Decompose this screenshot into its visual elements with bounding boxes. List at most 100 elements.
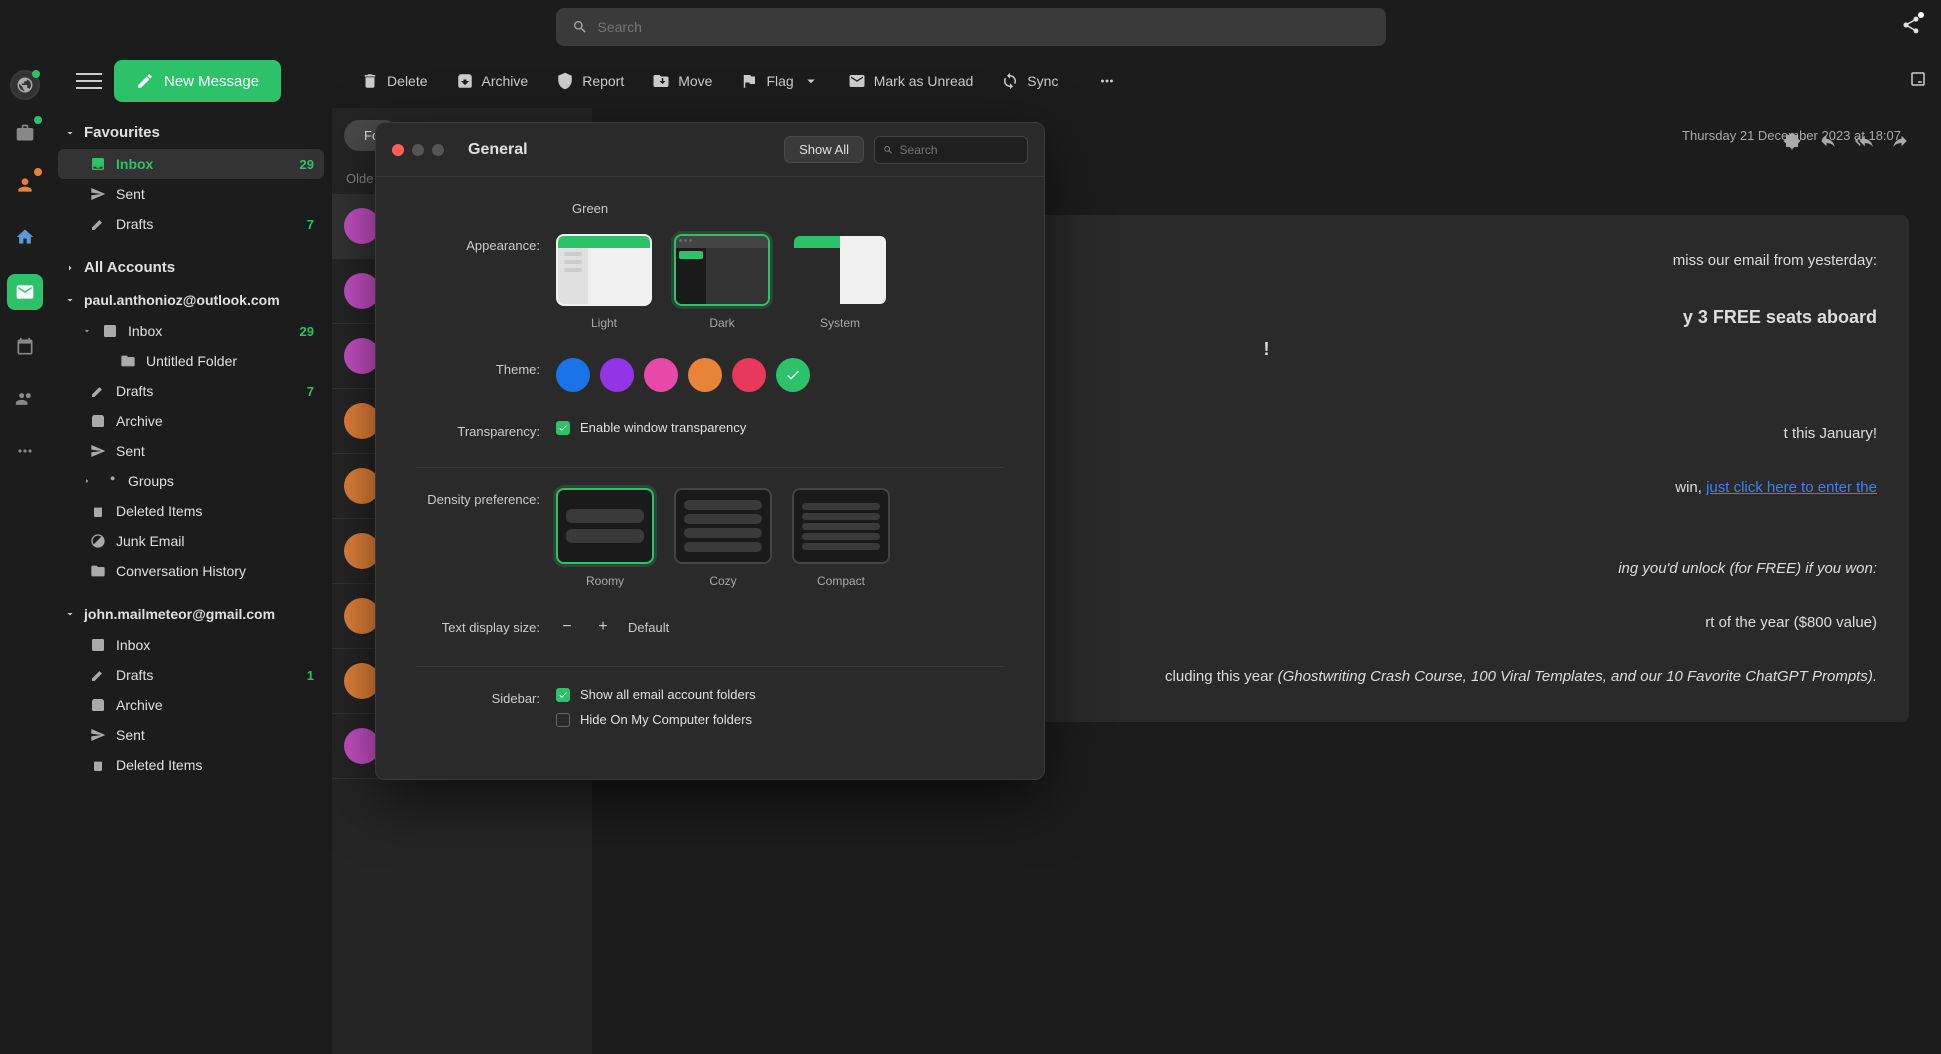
rail-people[interactable] — [10, 384, 40, 414]
folder-deleted[interactable]: Deleted Items — [58, 496, 324, 526]
increase-size-button[interactable]: + — [592, 616, 614, 638]
folder-archive2[interactable]: Archive — [58, 690, 324, 720]
folder-drafts[interactable]: Drafts 7 — [58, 376, 324, 406]
sent-icon — [90, 186, 106, 202]
inbox-icon — [102, 323, 118, 339]
enter-link[interactable]: just click here to enter the — [1706, 479, 1877, 496]
archive-icon — [456, 72, 474, 90]
chevron-right-icon — [64, 262, 76, 274]
search-icon — [572, 19, 588, 35]
flag-button[interactable]: Flag — [740, 72, 819, 90]
modal-search[interactable] — [874, 136, 1028, 164]
folder-inbox-fav[interactable]: Inbox 29 — [58, 149, 324, 179]
folder-drafts2[interactable]: Drafts 1 — [58, 660, 324, 690]
hamburger-menu[interactable] — [76, 68, 102, 94]
chevron-right-icon — [82, 473, 92, 489]
shield-icon — [556, 72, 574, 90]
folder-sent-fav[interactable]: Sent — [58, 179, 324, 209]
notification-badge — [1918, 12, 1924, 18]
transparency-label: Transparency: — [416, 420, 556, 439]
theme-color-swatch[interactable] — [556, 358, 590, 392]
drafts-icon — [90, 667, 106, 683]
settings-modal: General Show All Green Appearance: Light — [375, 122, 1045, 780]
global-search[interactable] — [556, 8, 1386, 46]
topbar — [0, 0, 1941, 54]
decrease-size-button[interactable]: − — [556, 616, 578, 638]
rail-person[interactable] — [10, 170, 40, 200]
inbox-icon — [90, 637, 106, 653]
theme-color-swatch[interactable] — [732, 358, 766, 392]
theme-color-swatch[interactable] — [600, 358, 634, 392]
share-button[interactable] — [1901, 15, 1921, 40]
maximize-window-button[interactable] — [432, 144, 444, 156]
mark-unread-button[interactable]: Mark as Unread — [848, 72, 974, 90]
favourites-section[interactable]: Favourites — [58, 116, 324, 149]
chevron-down-icon — [802, 72, 820, 90]
drafts-icon — [90, 216, 106, 232]
density-compact[interactable]: Compact — [792, 488, 890, 588]
folder-sidebar: Favourites Inbox 29 Sent Drafts 7 — [50, 108, 332, 1054]
flag-icon — [740, 72, 758, 90]
appearance-system[interactable]: System — [792, 234, 888, 330]
rail-more[interactable] — [10, 436, 40, 466]
sync-button[interactable]: Sync — [1001, 72, 1058, 90]
rail-home[interactable] — [10, 222, 40, 252]
folder-drafts-fav[interactable]: Drafts 7 — [58, 209, 324, 239]
density-label: Density preference: — [416, 488, 556, 507]
modal-title: General — [468, 141, 528, 159]
minimize-window-button[interactable] — [412, 144, 424, 156]
theme-color-swatch[interactable] — [688, 358, 722, 392]
email-date: Thursday 21 December 2023 at 18:07 — [1682, 128, 1901, 143]
globe-icon[interactable] — [10, 70, 40, 100]
panel-toggle[interactable] — [1909, 70, 1927, 93]
folder-sent[interactable]: Sent — [58, 436, 324, 466]
delete-button[interactable]: Delete — [361, 72, 427, 90]
new-message-label: New Message — [164, 73, 259, 90]
chevron-down-icon — [64, 127, 76, 139]
density-roomy[interactable]: Roomy — [556, 488, 654, 588]
theme-color-swatch[interactable] — [644, 358, 678, 392]
archive-icon — [90, 697, 106, 713]
folder-groups[interactable]: Groups — [58, 466, 324, 496]
rail-calendar[interactable] — [10, 332, 40, 362]
transparency-checkbox[interactable] — [556, 421, 570, 435]
folder-conversation[interactable]: Conversation History — [58, 556, 324, 586]
folder-archive[interactable]: Archive — [58, 406, 324, 436]
close-window-button[interactable] — [392, 144, 404, 156]
move-button[interactable]: Move — [652, 72, 712, 90]
more-button[interactable] — [1098, 72, 1116, 90]
archive-button[interactable]: Archive — [456, 72, 529, 90]
more-icon — [1098, 72, 1116, 90]
modal-search-input[interactable] — [900, 143, 1019, 157]
folder-junk[interactable]: Junk Email — [58, 526, 324, 556]
theme-color-swatch[interactable] — [776, 358, 810, 392]
folder-icon — [120, 353, 136, 369]
junk-icon — [90, 533, 106, 549]
sent-icon — [90, 727, 106, 743]
all-accounts-section[interactable]: All Accounts — [58, 251, 324, 284]
chevron-down-icon — [82, 323, 92, 339]
show-all-folders-checkbox[interactable] — [556, 688, 570, 702]
account1-section[interactable]: paul.anthonioz@outlook.com — [58, 284, 324, 316]
account2-section[interactable]: john.mailmeteor@gmail.com — [58, 598, 324, 630]
appearance-dark[interactable]: Dark — [674, 234, 770, 330]
appearance-light[interactable]: Light — [556, 234, 652, 330]
rail-mail-active[interactable] — [7, 274, 43, 310]
search-input[interactable] — [598, 19, 1370, 35]
sync-icon — [1001, 72, 1019, 90]
text-size-label: Text display size: — [416, 616, 556, 635]
chevron-down-icon — [64, 294, 76, 306]
drafts-icon — [90, 383, 106, 399]
folder-inbox2[interactable]: Inbox — [58, 630, 324, 660]
report-button[interactable]: Report — [556, 72, 624, 90]
hide-computer-folders-checkbox[interactable] — [556, 713, 570, 727]
modal-titlebar: General Show All — [376, 123, 1044, 177]
new-message-button[interactable]: New Message — [114, 60, 281, 102]
folder-untitled[interactable]: Untitled Folder — [58, 346, 324, 376]
show-all-button[interactable]: Show All — [784, 136, 864, 163]
folder-deleted2[interactable]: Deleted Items — [58, 750, 324, 780]
rail-briefcase[interactable] — [10, 118, 40, 148]
folder-inbox[interactable]: Inbox 29 — [58, 316, 324, 346]
density-cozy[interactable]: Cozy — [674, 488, 772, 588]
folder-sent2[interactable]: Sent — [58, 720, 324, 750]
